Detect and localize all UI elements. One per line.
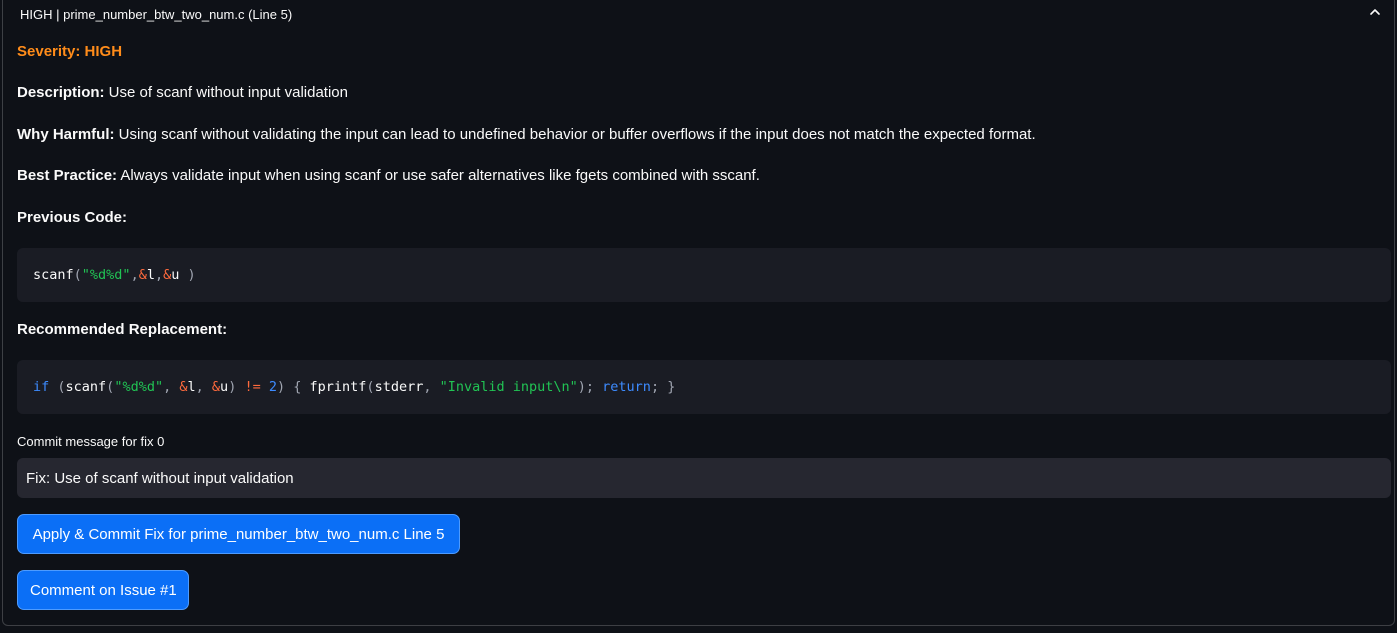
code-token: "%d%d" [114,379,164,395]
code-token: ) { [277,379,310,395]
previous-code-label: Previous Code: [17,209,128,226]
code-token: , [423,379,440,395]
code-token: != [244,379,261,395]
code-token: "Invalid input\n" [439,379,578,395]
comment-on-issue-button[interactable]: Comment on Issue #1 [17,570,189,610]
why-harmful-value: Using scanf without validating the input… [114,126,1036,143]
commit-message-input[interactable] [17,458,1391,498]
previous-code-block: scanf("%d%d",&l,&u ) [17,248,1391,302]
code-token: u [220,379,229,395]
commit-message-label: Commit message for fix 0 [17,434,165,449]
code-token: l [146,267,155,283]
code-token: l [187,379,196,395]
code-token: ( [49,379,66,395]
code-token: u [171,267,188,283]
description-label: Description: [17,84,105,101]
code-token: ) [228,379,245,395]
best-practice-value: Always validate input when using scanf o… [117,167,760,184]
code-token: scanf [65,379,107,395]
code-token: ); [577,379,603,395]
code-token: 2 [268,379,277,395]
code-token: & [211,379,221,395]
code-token: stderr [374,379,424,395]
code-token: ) [187,267,196,283]
best-practice-line: Best Practice: Always validate input whe… [17,166,760,186]
code-token: , [163,379,180,395]
severity-text: Severity: HIGH [17,43,123,60]
why-harmful-label: Why Harmful: [17,126,115,143]
code-token: , [154,267,164,283]
replacement-code-block: if (scanf("%d%d", &l, &u) != 2) { fprint… [17,360,1391,414]
code-token: return [602,379,651,395]
code-token: ( [366,379,375,395]
code-token: fprintf [309,379,367,395]
code-token: ; } [650,379,676,395]
why-harmful-line: Why Harmful: Using scanf without validat… [17,125,1036,145]
code-token: if [33,379,50,395]
recommended-replacement-label: Recommended Replacement: [17,321,228,338]
code-token: , [195,379,212,395]
apply-commit-fix-button[interactable]: Apply & Commit Fix for prime_number_btw_… [17,514,460,554]
code-token: scanf [33,267,74,283]
code-token: , [130,267,139,283]
code-token: & [138,267,147,283]
description-line: Description: Use of scanf without input … [17,83,348,103]
code-token: "%d%d" [81,267,131,283]
description-value: Use of scanf without input validation [104,84,348,101]
best-practice-label: Best Practice: [17,167,118,184]
expander-header[interactable]: HIGH | prime_number_btw_two_num.c (Line … [20,7,292,22]
code-token: & [179,379,188,395]
code-token: ( [73,267,82,283]
chevron-up-icon[interactable] [1368,5,1382,19]
